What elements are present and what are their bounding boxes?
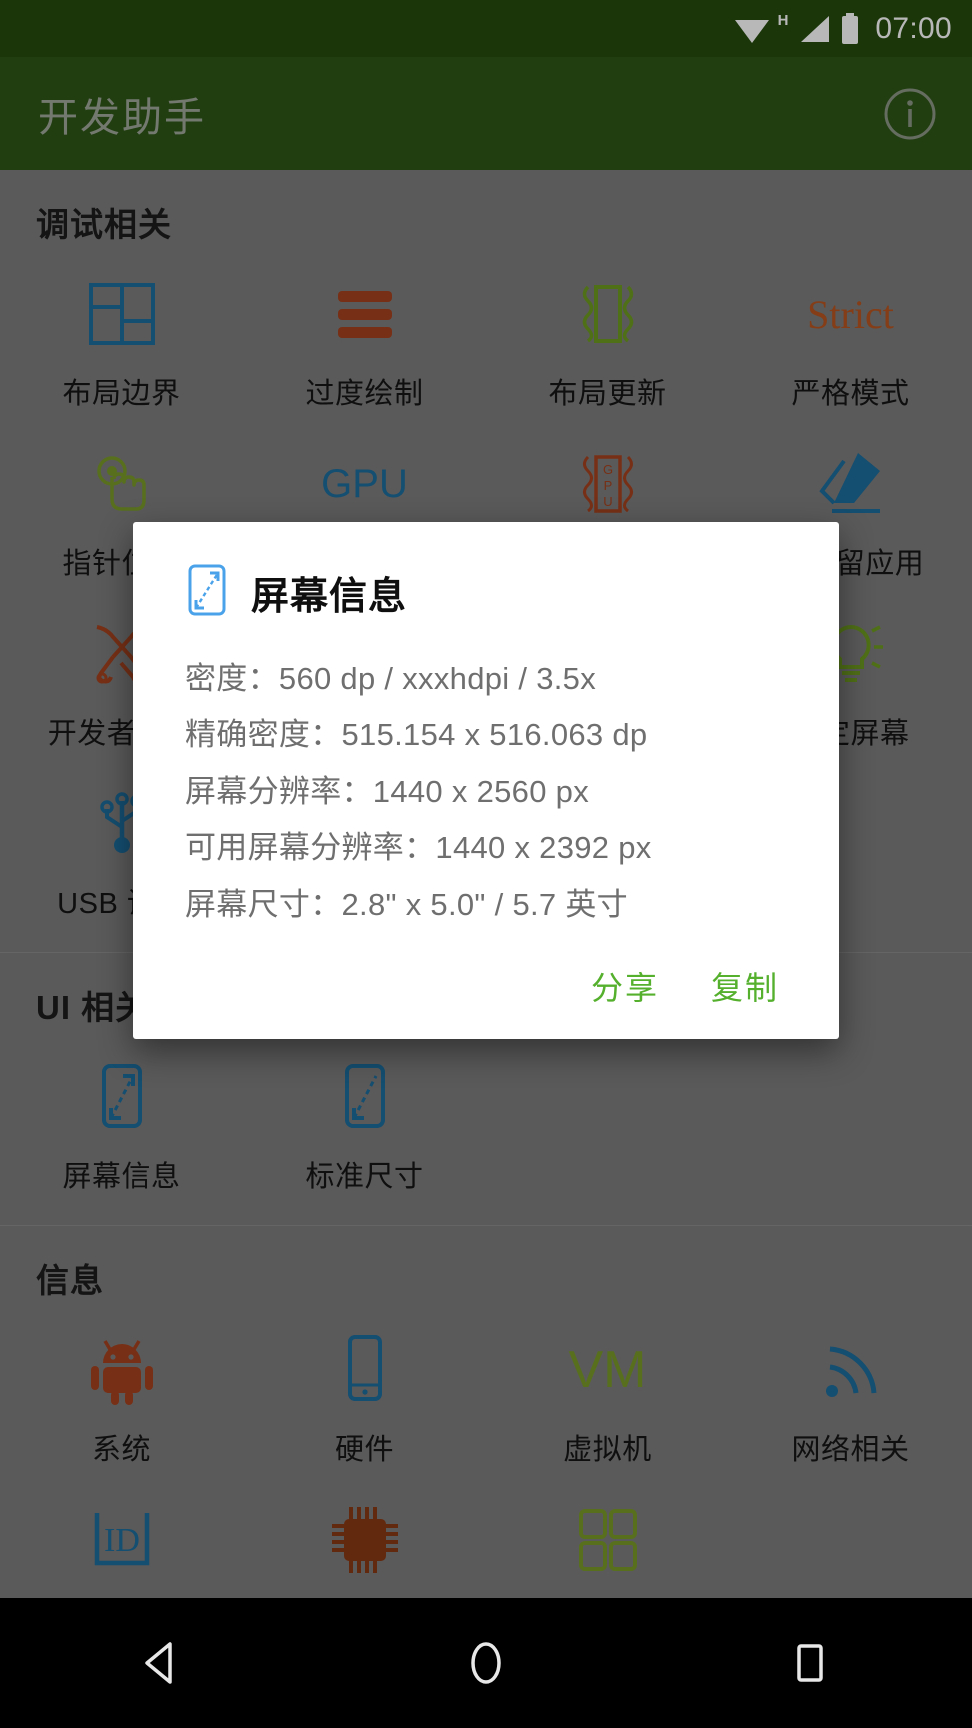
dialog-body: 密度：560 dp / xxxhdpi / 3.5x精确密度：515.154 x… (171, 651, 801, 933)
wifi-icon (733, 14, 771, 44)
svg-text:G: G (602, 462, 612, 477)
grid-item-standard-size[interactable]: 标准尺寸 (243, 1041, 486, 1211)
app-bar: 开发助手 (0, 57, 972, 170)
layout-bounds-icon (80, 272, 164, 356)
status-bar-clock: 07:00 (875, 12, 952, 46)
hardware-icon (323, 1328, 407, 1412)
dialog-info-row: 屏幕分辨率：1440 x 2560 px (185, 764, 801, 820)
screen-info-dialog: 屏幕信息 密度：560 dp / xxxhdpi / 3.5x精确密度：515.… (133, 522, 839, 1039)
grid-item-label: 虚拟机 (563, 1426, 652, 1468)
layout-update-icon (566, 272, 650, 356)
grid-item-android[interactable]: 系统 (0, 1314, 243, 1484)
battery-icon (840, 13, 860, 45)
dialog-title: 屏幕信息 (251, 565, 407, 620)
grid-item-label: 屏幕信息 (62, 1153, 180, 1195)
dialog-actions: 分享 复制 (171, 933, 801, 1023)
vm-icon: VM (566, 1328, 650, 1412)
grid-item-vm[interactable]: VM 虚拟机 (486, 1314, 729, 1484)
grid-item-label: 系统 (92, 1426, 151, 1468)
my-apps-icon (566, 1498, 650, 1582)
dialog-info-row: 密度：560 dp / xxxhdpi / 3.5x (185, 651, 801, 707)
signal-icon (799, 14, 831, 44)
network-type-label: H (778, 12, 789, 29)
grid-item-label: 标准尺寸 (305, 1153, 423, 1195)
section-grid: 屏幕信息 标准尺寸 (0, 1041, 972, 1211)
dialog-info-row: 精确密度：515.154 x 516.063 dp (185, 707, 801, 763)
android-screen: H 07:00 开发助手 调试相关布局边界过度绘制布局更新Strict严格模式指… (0, 0, 972, 1728)
grid-item-screen-info[interactable]: 屏幕信息 (0, 1041, 243, 1211)
page-title: 开发助手 (38, 85, 206, 143)
recents-square-icon[interactable] (750, 1603, 870, 1723)
share-button[interactable]: 分享 (591, 963, 659, 1009)
overdraw-icon (323, 272, 407, 356)
grid-item-overdraw[interactable]: 过度绘制 (243, 258, 486, 428)
copy-button[interactable]: 复制 (711, 963, 779, 1009)
grid-item-label: 网络相关 (791, 1426, 909, 1468)
gpu-render-icon: GPU (323, 442, 407, 526)
standard-size-icon (323, 1055, 407, 1139)
home-circle-icon[interactable] (426, 1603, 546, 1723)
svg-text:ID: ID (104, 1522, 140, 1559)
dont-keep-activities-icon (809, 442, 893, 526)
screen-info-icon (80, 1055, 164, 1139)
android-icon (80, 1328, 164, 1412)
grid-item-label: 硬件 (335, 1426, 394, 1468)
grid-item-network[interactable]: 网络相关 (729, 1314, 972, 1484)
section-title: 信息 (0, 1226, 972, 1314)
grid-item-label: 过度绘制 (305, 370, 423, 412)
dialog-header: 屏幕信息 (171, 564, 801, 621)
section-title: 调试相关 (0, 170, 972, 258)
info-icon[interactable] (882, 86, 938, 142)
grid-item-label: 严格模式 (791, 370, 909, 412)
grid-item-label: 布局边界 (62, 370, 180, 412)
dialog-info-row: 可用屏幕分辨率：1440 x 2392 px (185, 820, 801, 876)
screen-info-icon (185, 564, 229, 621)
navigation-bar (0, 1598, 972, 1728)
grid-item-layout-bounds[interactable]: 布局边界 (0, 258, 243, 428)
svg-text:U: U (603, 494, 612, 509)
network-icon (809, 1328, 893, 1412)
back-triangle-icon[interactable] (102, 1603, 222, 1723)
grid-item-label: 布局更新 (548, 370, 666, 412)
grid-item-layout-update[interactable]: 布局更新 (486, 258, 729, 428)
grid-item-hardware[interactable]: 硬件 (243, 1314, 486, 1484)
grid-item-strict-mode[interactable]: Strict 严格模式 (729, 258, 972, 428)
dialog-info-row: 屏幕尺寸：2.8" x 5.0" / 5.7 英寸 (185, 877, 801, 933)
status-bar: H 07:00 (0, 0, 972, 57)
cpu-icon (323, 1498, 407, 1582)
gpu-view-update-icon: GPU (566, 442, 650, 526)
id-icon: ID (80, 1498, 164, 1582)
svg-text:P: P (603, 478, 612, 493)
pointer-location-icon (80, 442, 164, 526)
strict-mode-icon: Strict (809, 272, 893, 356)
